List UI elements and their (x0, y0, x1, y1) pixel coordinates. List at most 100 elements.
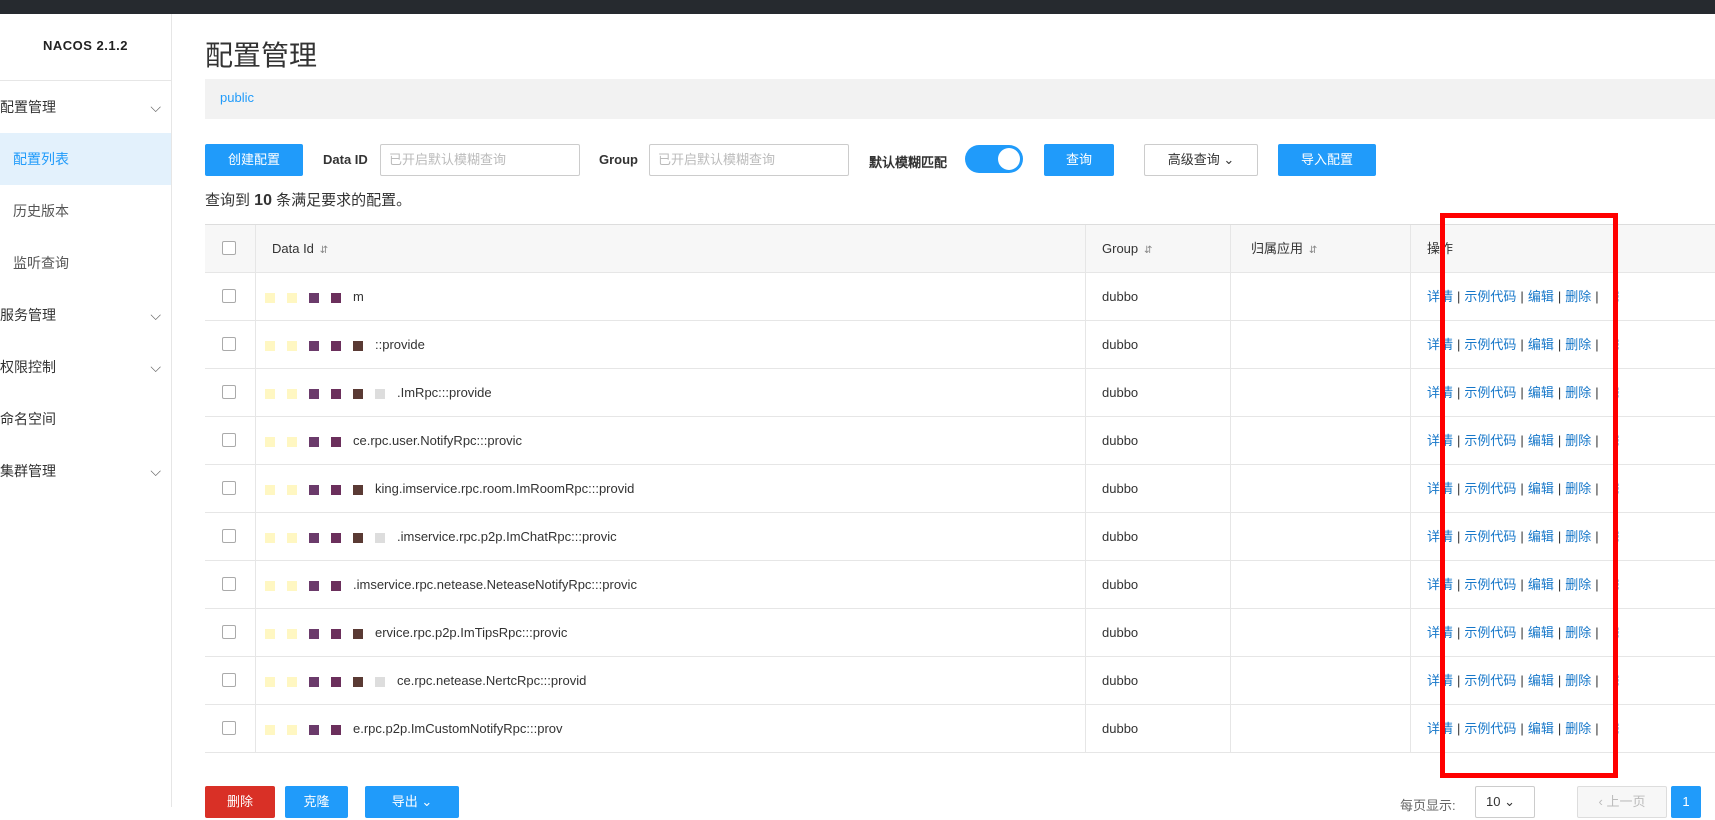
edit-link[interactable]: 编辑 (1528, 481, 1554, 496)
detail-link[interactable]: 详情 (1427, 337, 1453, 352)
export-button[interactable]: 导出 ⌄ (365, 786, 459, 818)
create-config-button[interactable]: 创建配置 (205, 144, 303, 176)
detail-link[interactable]: 详情 (1427, 673, 1453, 688)
row-checkbox[interactable] (222, 577, 236, 591)
sort-icon[interactable]: ⇵ (1144, 245, 1152, 256)
header-group[interactable]: Group ⇵ (1102, 225, 1153, 272)
row-checkbox[interactable] (222, 673, 236, 687)
nav-service-management[interactable]: 服务管理 ⌵ (0, 289, 171, 341)
edit-link[interactable]: 编辑 (1528, 721, 1554, 736)
sample-code-link[interactable]: 示例代码 (1464, 673, 1516, 688)
row-checkbox[interactable] (222, 721, 236, 735)
detail-link[interactable]: 详情 (1427, 433, 1453, 448)
import-config-button[interactable]: 导入配置 (1278, 144, 1376, 176)
row-checkbox[interactable] (222, 385, 236, 399)
delete-link[interactable]: 删除 (1565, 577, 1591, 592)
nav-listener-query[interactable]: 监听查询 (0, 237, 171, 289)
detail-link[interactable]: 详情 (1427, 529, 1453, 544)
dataid-text: ervice.rpc.p2p.ImTipsRpc:::provic (375, 625, 568, 640)
edit-link[interactable]: 编辑 (1528, 625, 1554, 640)
app-logo[interactable]: NACOS 2.1.2 (0, 14, 171, 81)
batch-delete-button[interactable]: 删除 (205, 786, 275, 818)
detail-link[interactable]: 详情 (1427, 577, 1453, 592)
more-icon[interactable]: ⋮ (1611, 673, 1624, 688)
sort-icon[interactable]: ⇵ (320, 245, 328, 256)
ops-cell: 详情 | 示例代码 | 编辑 | 删除 | ⋮ (1427, 369, 1624, 416)
sample-code-link[interactable]: 示例代码 (1464, 481, 1516, 496)
page-size-select[interactable]: 10 ⌄ (1475, 786, 1535, 818)
delete-link[interactable]: 删除 (1565, 289, 1591, 304)
query-button[interactable]: 查询 (1044, 144, 1114, 176)
column-divider (1085, 465, 1086, 512)
row-checkbox[interactable] (222, 481, 236, 495)
delete-link[interactable]: 删除 (1565, 481, 1591, 496)
edit-link[interactable]: 编辑 (1528, 337, 1554, 352)
nav-config-management[interactable]: 配置管理 ⌵ (0, 81, 171, 133)
page-number-1[interactable]: 1 (1671, 786, 1701, 818)
sample-code-link[interactable]: 示例代码 (1464, 529, 1516, 544)
sort-icon[interactable]: ⇵ (1309, 245, 1317, 256)
more-icon[interactable]: ⋮ (1611, 433, 1624, 448)
nav-cluster-management[interactable]: 集群管理 ⌵ (0, 445, 171, 497)
nav-access-control[interactable]: 权限控制 ⌵ (0, 341, 171, 393)
dataid-text: m (353, 289, 364, 304)
edit-link[interactable]: 编辑 (1528, 529, 1554, 544)
sample-code-link[interactable]: 示例代码 (1464, 721, 1516, 736)
edit-link[interactable]: 编辑 (1528, 577, 1554, 592)
row-checkbox[interactable] (222, 529, 236, 543)
dataid-input[interactable]: 已开启默认模糊查询 (380, 144, 580, 176)
row-checkbox[interactable] (222, 337, 236, 351)
redacted-block (287, 292, 297, 303)
namespace-link-public[interactable]: public (220, 90, 254, 105)
sample-code-link[interactable]: 示例代码 (1464, 625, 1516, 640)
edit-link[interactable]: 编辑 (1528, 433, 1554, 448)
delete-link[interactable]: 删除 (1565, 433, 1591, 448)
header-app[interactable]: 归属应用 ⇵ (1251, 225, 1317, 272)
edit-link[interactable]: 编辑 (1528, 289, 1554, 304)
nav-history-version[interactable]: 历史版本 (0, 185, 171, 237)
sample-code-link[interactable]: 示例代码 (1464, 289, 1516, 304)
sample-code-link[interactable]: 示例代码 (1464, 433, 1516, 448)
header-dataid[interactable]: Data Id ⇵ (272, 225, 328, 272)
delete-link[interactable]: 删除 (1565, 529, 1591, 544)
clone-button[interactable]: 克隆 (285, 786, 348, 818)
fuzzy-match-toggle[interactable] (965, 145, 1023, 173)
nav-namespace[interactable]: 命名空间 (0, 393, 171, 445)
separator: | (1595, 625, 1599, 640)
group-input[interactable]: 已开启默认模糊查询 (649, 144, 849, 176)
column-divider (1230, 705, 1231, 752)
more-icon[interactable]: ⋮ (1611, 385, 1624, 400)
advanced-query-button[interactable]: 高级查询 ⌄ (1144, 144, 1258, 176)
nav-config-list[interactable]: 配置列表 (0, 133, 171, 185)
detail-link[interactable]: 详情 (1427, 289, 1453, 304)
more-icon[interactable]: ⋮ (1611, 337, 1624, 352)
edit-link[interactable]: 编辑 (1528, 673, 1554, 688)
row-checkbox[interactable] (222, 289, 236, 303)
delete-link[interactable]: 删除 (1565, 385, 1591, 400)
header-label: Data Id (272, 241, 314, 256)
more-icon[interactable]: ⋮ (1611, 529, 1624, 544)
detail-link[interactable]: 详情 (1427, 625, 1453, 640)
edit-link[interactable]: 编辑 (1528, 385, 1554, 400)
sample-code-link[interactable]: 示例代码 (1464, 337, 1516, 352)
redacted-block (353, 340, 363, 351)
delete-link[interactable]: 删除 (1565, 625, 1591, 640)
sample-code-link[interactable]: 示例代码 (1464, 385, 1516, 400)
more-icon[interactable]: ⋮ (1611, 289, 1624, 304)
delete-link[interactable]: 删除 (1565, 673, 1591, 688)
more-icon[interactable]: ⋮ (1611, 625, 1624, 640)
delete-link[interactable]: 删除 (1565, 337, 1591, 352)
dataid-cell: ::provide (265, 321, 1075, 368)
select-all-checkbox[interactable] (222, 241, 236, 255)
more-icon[interactable]: ⋮ (1611, 481, 1624, 496)
detail-link[interactable]: 详情 (1427, 721, 1453, 736)
row-checkbox[interactable] (222, 433, 236, 447)
sample-code-link[interactable]: 示例代码 (1464, 577, 1516, 592)
delete-link[interactable]: 删除 (1565, 721, 1591, 736)
detail-link[interactable]: 详情 (1427, 385, 1453, 400)
more-icon[interactable]: ⋮ (1611, 721, 1624, 736)
row-checkbox[interactable] (222, 625, 236, 639)
more-icon[interactable]: ⋮ (1611, 577, 1624, 592)
prev-page-button[interactable]: ‹ 上一页 (1577, 786, 1667, 818)
detail-link[interactable]: 详情 (1427, 481, 1453, 496)
